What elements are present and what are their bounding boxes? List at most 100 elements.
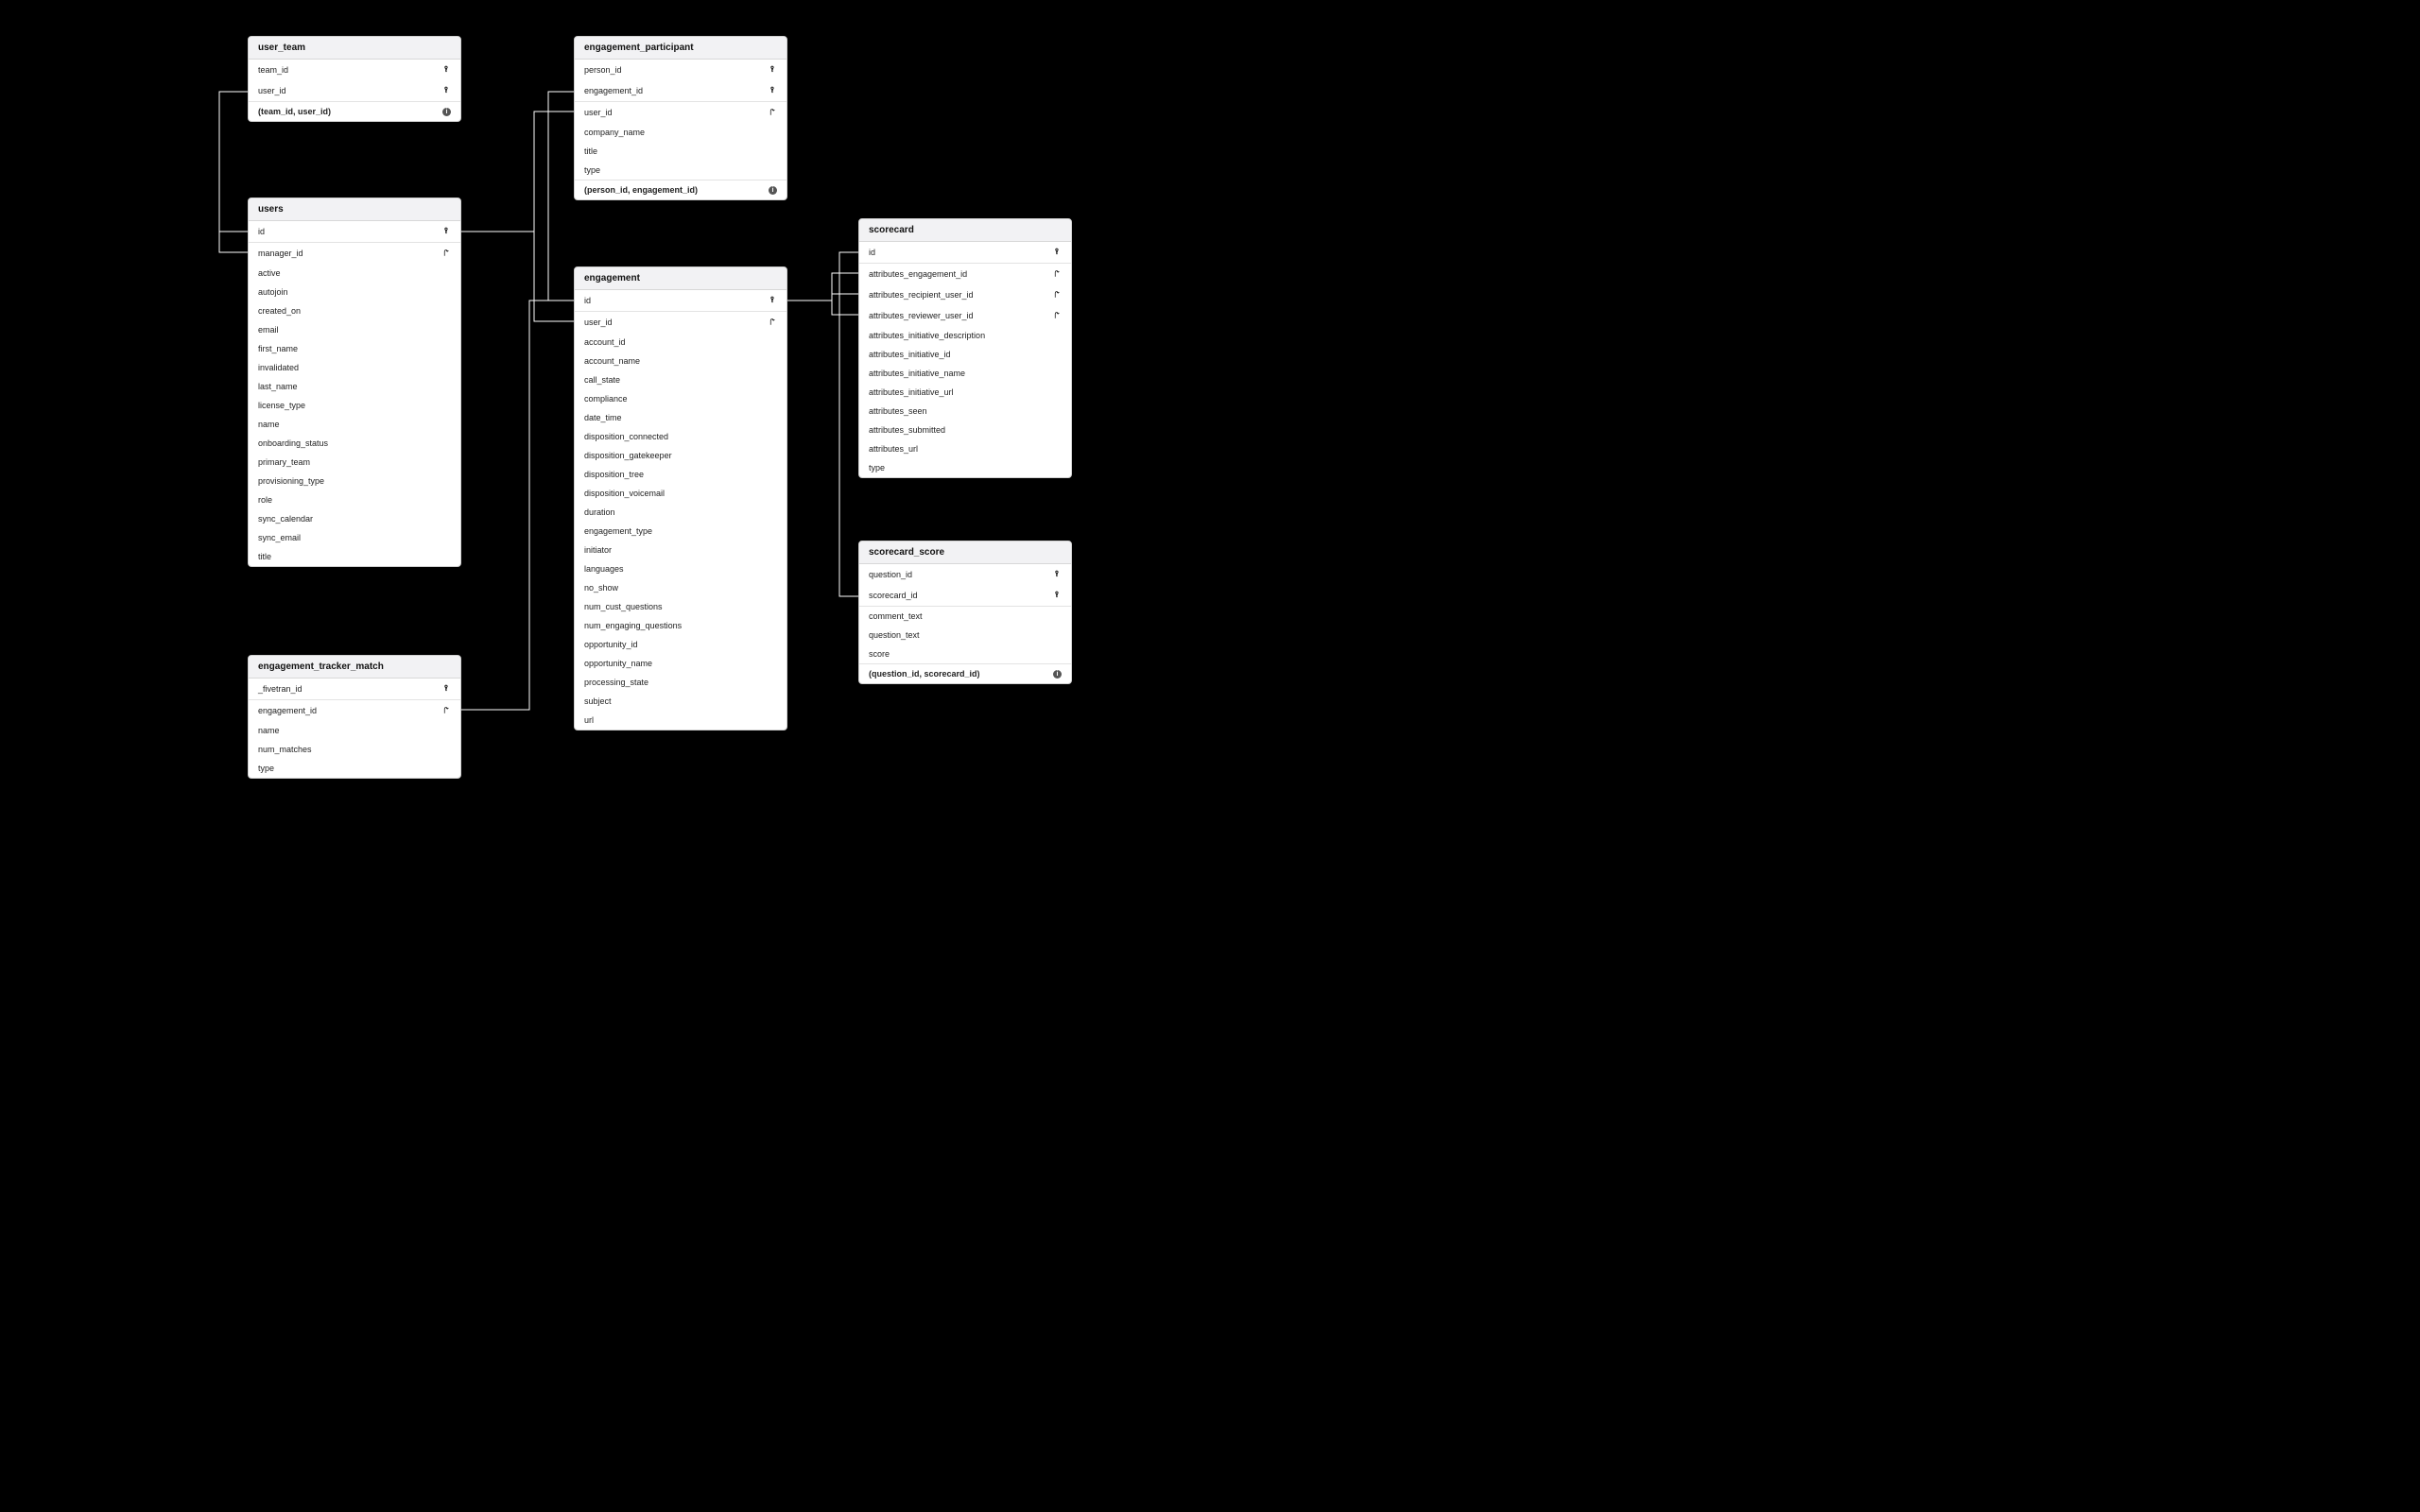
column-name: sync_calendar bbox=[258, 514, 451, 524]
column-name: engagement_id bbox=[584, 86, 762, 95]
table-header: scorecard_score bbox=[859, 541, 1071, 564]
column: sync_calendar bbox=[249, 509, 460, 528]
table-engagement_participant[interactable]: engagement_participantperson_idengagemen… bbox=[574, 36, 787, 200]
column: disposition_tree bbox=[575, 465, 786, 484]
column: user_id bbox=[249, 80, 460, 101]
column: score bbox=[859, 644, 1071, 663]
primary-key-icon bbox=[441, 64, 451, 76]
column: attributes_initiative_url bbox=[859, 383, 1071, 402]
column-name: _fivetran_id bbox=[258, 684, 436, 694]
column-name: autojoin bbox=[258, 287, 451, 297]
column: account_id bbox=[575, 333, 786, 352]
column: first_name bbox=[249, 339, 460, 358]
table-header: user_team bbox=[249, 37, 460, 60]
column-name: subject bbox=[584, 696, 777, 706]
column: attributes_initiative_description bbox=[859, 326, 1071, 345]
column: no_show bbox=[575, 578, 786, 597]
primary-key-icon bbox=[768, 85, 777, 96]
column-name: account_id bbox=[584, 337, 777, 347]
column: processing_state bbox=[575, 673, 786, 692]
column-name: title bbox=[584, 146, 777, 156]
column-name: num_matches bbox=[258, 745, 451, 754]
primary-key-icon bbox=[1052, 569, 1062, 580]
column: engagement_id bbox=[249, 699, 460, 721]
column: date_time bbox=[575, 408, 786, 427]
info-icon: i bbox=[769, 186, 777, 195]
column-name: attributes_url bbox=[869, 444, 1062, 454]
column-name: scorecard_id bbox=[869, 591, 1046, 600]
column: url bbox=[575, 711, 786, 730]
column: title bbox=[249, 547, 460, 566]
column-name: created_on bbox=[258, 306, 451, 316]
composite-key: (person_id, engagement_id)i bbox=[575, 180, 786, 199]
column: onboarding_status bbox=[249, 434, 460, 453]
column-name: disposition_gatekeeper bbox=[584, 451, 777, 460]
column: account_name bbox=[575, 352, 786, 370]
column-name: score bbox=[869, 649, 1062, 659]
composite-key: (question_id, scorecard_id) i bbox=[859, 663, 1071, 683]
column-name: num_cust_questions bbox=[584, 602, 777, 611]
column-name: attributes_initiative_url bbox=[869, 387, 1062, 397]
table-user_team[interactable]: user_teamteam_iduser_id(team_id, user_id… bbox=[248, 36, 461, 122]
column: initiator bbox=[575, 541, 786, 559]
foreign-key-icon bbox=[768, 107, 777, 118]
column-name: last_name bbox=[258, 382, 451, 391]
column: attributes_seen bbox=[859, 402, 1071, 421]
column-name: type bbox=[584, 165, 777, 175]
column: team_id bbox=[249, 60, 460, 80]
column: sync_email bbox=[249, 528, 460, 547]
foreign-key-icon bbox=[441, 248, 451, 259]
column: company_name bbox=[575, 123, 786, 142]
column: attributes_engagement_id bbox=[859, 263, 1071, 284]
column: name bbox=[249, 415, 460, 434]
column-name: role bbox=[258, 495, 451, 505]
column-name: onboarding_status bbox=[258, 438, 451, 448]
column-name: invalidated bbox=[258, 363, 451, 372]
column-name: question_text bbox=[869, 630, 1062, 640]
column: attributes_reviewer_user_id bbox=[859, 305, 1071, 326]
info-icon: i bbox=[442, 108, 451, 116]
column-name: disposition_voicemail bbox=[584, 489, 777, 498]
column: attributes_initiative_id bbox=[859, 345, 1071, 364]
column: user_id bbox=[575, 101, 786, 123]
primary-key-icon bbox=[441, 226, 451, 237]
table-scorecard[interactable]: scorecardidattributes_engagement_idattri… bbox=[858, 218, 1072, 478]
column: user_id bbox=[575, 311, 786, 333]
primary-key-icon bbox=[1052, 590, 1062, 601]
column-name: attributes_seen bbox=[869, 406, 1062, 416]
column: call_state bbox=[575, 370, 786, 389]
column: engagement_type bbox=[575, 522, 786, 541]
table-engagement[interactable]: engagementiduser_idaccount_idaccount_nam… bbox=[574, 266, 787, 730]
table-header: engagement bbox=[575, 267, 786, 290]
column-name: processing_state bbox=[584, 678, 777, 687]
table-users[interactable]: usersidmanager_idactiveautojoincreated_o… bbox=[248, 198, 461, 567]
column: scorecard_id bbox=[859, 585, 1071, 606]
column-name: question_id bbox=[869, 570, 1046, 579]
column-name: initiator bbox=[584, 545, 777, 555]
table-header: engagement_participant bbox=[575, 37, 786, 60]
foreign-key-icon bbox=[768, 317, 777, 328]
column-name: opportunity_id bbox=[584, 640, 777, 649]
foreign-key-icon bbox=[1052, 289, 1062, 301]
column: invalidated bbox=[249, 358, 460, 377]
column-name: attributes_initiative_description bbox=[869, 331, 1062, 340]
column: comment_text bbox=[859, 606, 1071, 626]
column-name: url bbox=[584, 715, 777, 725]
column-name: disposition_connected bbox=[584, 432, 777, 441]
info-icon: i bbox=[1053, 670, 1062, 679]
table-scorecard_score[interactable]: scorecard_score question_id scorecard_idco… bbox=[858, 541, 1072, 684]
column: provisioning_type bbox=[249, 472, 460, 490]
column: attributes_initiative_name bbox=[859, 364, 1071, 383]
column-name: languages bbox=[584, 564, 777, 574]
column: attributes_submitted bbox=[859, 421, 1071, 439]
column-name: attributes_initiative_id bbox=[869, 350, 1062, 359]
column: _fivetran_id bbox=[249, 679, 460, 699]
column-name: title bbox=[258, 552, 451, 561]
composite-key-label: (question_id, scorecard_id) bbox=[869, 669, 1049, 679]
table-engagement_tracker_match[interactable]: engagement_tracker_match_fivetran_idenga… bbox=[248, 655, 461, 779]
composite-key: (team_id, user_id)i bbox=[249, 101, 460, 121]
column: question_text bbox=[859, 626, 1071, 644]
column-name: engagement_type bbox=[584, 526, 777, 536]
column-name: primary_team bbox=[258, 457, 451, 467]
column-name: no_show bbox=[584, 583, 777, 593]
